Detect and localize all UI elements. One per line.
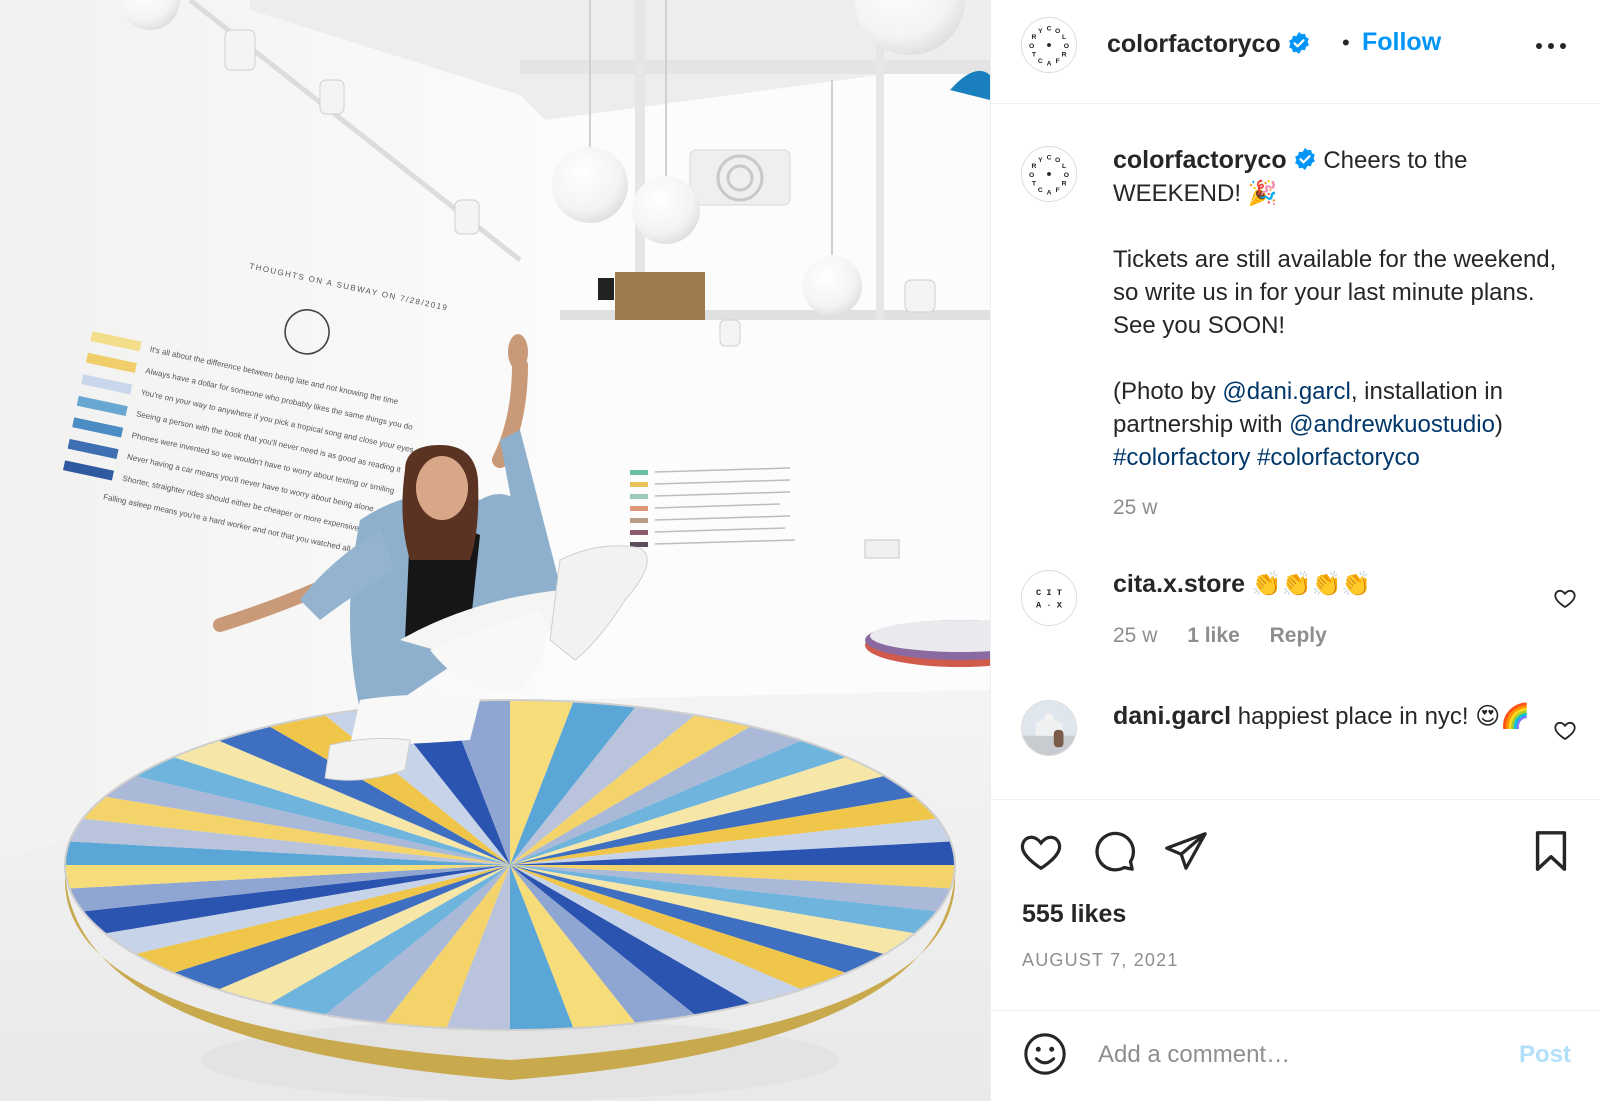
post-sidebar: COLORFACTORY colorfactoryco • Follow COL… xyxy=(990,0,1600,1101)
verified-badge-icon xyxy=(1294,148,1315,170)
caption-credits: (Photo by @dani.garcl, installation in p… xyxy=(1113,375,1563,474)
comment-body: cita.x.store 👏👏👏👏 xyxy=(1113,568,1563,601)
logo-letter: A xyxy=(1047,189,1052,196)
comment-input[interactable] xyxy=(1096,1035,1480,1075)
hashtag-link[interactable]: #colorfactory xyxy=(1113,444,1250,471)
logo-letter: L xyxy=(1062,34,1066,41)
like-comment-heart-icon[interactable] xyxy=(1553,718,1577,742)
logo-letter: C xyxy=(1038,187,1043,194)
comment-avatar[interactable] xyxy=(1021,700,1077,756)
comment-meta: 25 w 1 like Reply xyxy=(1113,624,1351,648)
mention-link[interactable]: @dani.garcl xyxy=(1222,378,1350,405)
logo-letter: C xyxy=(1038,58,1043,65)
follow-button[interactable]: Follow xyxy=(1362,28,1441,57)
caption-avatar[interactable]: COLORFACTORY xyxy=(1021,146,1077,202)
header-separator: • xyxy=(1342,30,1350,55)
comment-username[interactable]: cita.x.store xyxy=(1113,570,1245,598)
post-header: COLORFACTORY colorfactoryco • Follow xyxy=(991,0,1600,104)
comment-username[interactable]: dani.garcl xyxy=(1113,702,1231,730)
logo-letter: O xyxy=(1064,43,1069,50)
like-comment-heart-icon[interactable] xyxy=(1553,586,1577,610)
comment-likes[interactable]: 1 like xyxy=(1187,624,1240,647)
instagram-post: THOUGHTS ON A SUBWAY ON 7/28/2019 It's a… xyxy=(0,0,1600,1101)
profile-avatar[interactable]: COLORFACTORY xyxy=(1021,17,1077,73)
mention-link[interactable]: @andrewkuostudio xyxy=(1289,411,1495,438)
cita-store-logo-icon: C I T A · X xyxy=(1022,571,1076,625)
caption-body: colorfactoryco Cheers to the WEEKEND! 🎉 … xyxy=(1113,144,1563,474)
more-options-icon[interactable] xyxy=(1531,36,1571,56)
caption-time[interactable]: 25 w xyxy=(1113,496,1157,519)
logo-letter: A xyxy=(1047,60,1052,67)
share-icon[interactable] xyxy=(1163,828,1209,874)
logo-letter: R xyxy=(1032,163,1037,170)
likes-count[interactable]: 555 likes xyxy=(1022,900,1126,929)
logo-letter: R xyxy=(1062,181,1067,188)
logo-letter: O xyxy=(1029,43,1034,50)
caption-credit-text: (Photo by xyxy=(1113,378,1223,405)
logo-letter: C xyxy=(1047,155,1052,162)
user-photo-avatar-icon xyxy=(1022,701,1076,755)
colorfactory-logo-icon: C OLORFACTORY xyxy=(1022,147,1076,201)
verified-badge-icon xyxy=(1288,32,1309,54)
post-photo[interactable]: THOUGHTS ON A SUBWAY ON 7/28/2019 It's a… xyxy=(0,0,990,1101)
heart-icon[interactable] xyxy=(1018,828,1064,874)
avatar-text: A · X xyxy=(1036,601,1063,611)
post-date[interactable]: AUGUST 7, 2021 xyxy=(1022,950,1179,971)
logo-letter: O xyxy=(1055,28,1060,35)
comments-section[interactable]: COLORFACTORY colorfactoryco Cheers to th… xyxy=(991,104,1600,798)
reply-button[interactable]: Reply xyxy=(1270,624,1327,647)
add-comment-bar: Post xyxy=(991,1010,1600,1102)
header-username[interactable]: colorfactoryco xyxy=(1107,30,1281,58)
logo-letter: Y xyxy=(1038,157,1043,164)
logo-letter: F xyxy=(1056,187,1060,194)
logo-letter: C xyxy=(1047,26,1052,33)
logo-letter: R xyxy=(1032,34,1037,41)
hashtag-link[interactable]: #colorfactoryco xyxy=(1257,444,1420,471)
emoji-icon[interactable] xyxy=(1022,1031,1068,1077)
photo-illustration: THOUGHTS ON A SUBWAY ON 7/28/2019 It's a… xyxy=(0,0,990,1101)
comment-avatar[interactable]: C I T A · X xyxy=(1021,570,1077,626)
caption-meta: 25 w xyxy=(1113,496,1181,520)
comment-body: dani.garcl happiest place in nyc! 😍🌈 xyxy=(1113,700,1563,733)
colorfactory-logo-icon: C OLORFACTORY xyxy=(1022,18,1076,72)
comment-text: happiest place in nyc! 😍🌈 xyxy=(1237,703,1531,730)
post-button[interactable]: Post xyxy=(1519,1041,1571,1069)
caption-credit-text: ) xyxy=(1494,411,1503,438)
logo-letter: O xyxy=(1055,157,1060,164)
comment-text: 👏👏👏👏 xyxy=(1251,571,1372,598)
caption-paragraph: Tickets are still available for the week… xyxy=(1113,246,1557,339)
logo-letter: F xyxy=(1056,58,1060,65)
logo-letter: O xyxy=(1064,172,1069,179)
comment-icon[interactable] xyxy=(1091,828,1137,874)
caption-username[interactable]: colorfactoryco xyxy=(1113,146,1287,174)
logo-letter: L xyxy=(1062,163,1066,170)
post-actions: 555 likes AUGUST 7, 2021 xyxy=(991,799,1600,1010)
bookmark-icon[interactable] xyxy=(1528,828,1574,874)
avatar-text: C I T xyxy=(1036,588,1062,598)
logo-letter: O xyxy=(1029,172,1034,179)
comment-time[interactable]: 25 w xyxy=(1113,624,1157,647)
logo-letter: Y xyxy=(1038,28,1043,35)
logo-letter: R xyxy=(1062,52,1067,59)
